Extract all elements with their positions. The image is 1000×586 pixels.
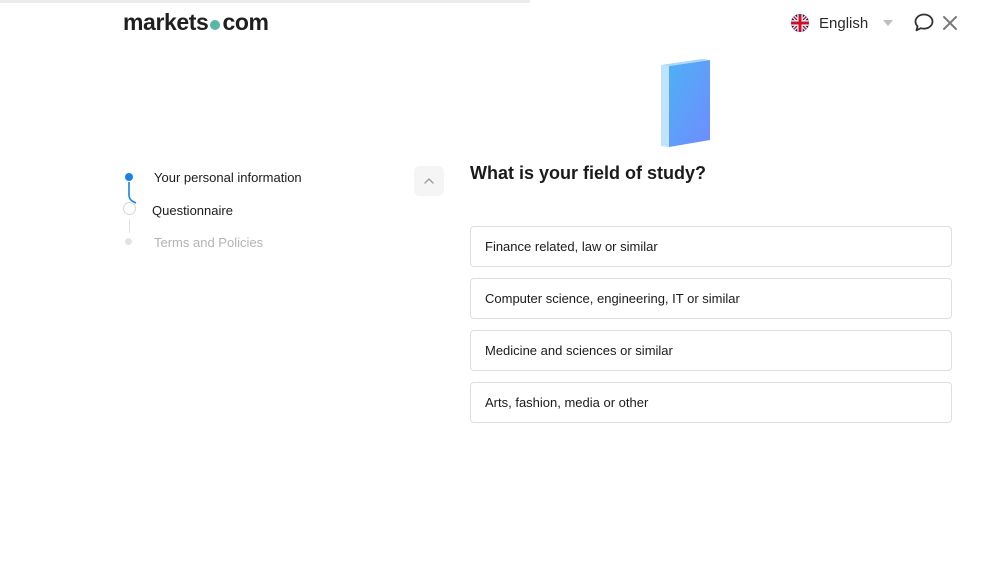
option-arts-fashion-media[interactable]: Arts, fashion, media or other [470, 382, 952, 423]
logo-text-left: markets [123, 9, 209, 35]
question-title: What is your field of study? [470, 163, 707, 183]
close-button[interactable] [942, 15, 958, 36]
logo-text-right: com [222, 9, 269, 35]
option-computer-science[interactable]: Computer science, engineering, IT or sim… [470, 278, 952, 319]
language-selector[interactable]: English [791, 14, 894, 32]
book-icon [661, 59, 710, 147]
step-label-questionnaire[interactable]: Questionnaire [152, 203, 233, 218]
step-dot-upcoming [125, 238, 132, 245]
top-progress-bar [0, 0, 530, 3]
close-icon [943, 16, 957, 30]
language-label: English [819, 14, 869, 32]
logo-dot [210, 20, 221, 30]
caret-down-icon [883, 20, 894, 26]
option-finance-law[interactable]: Finance related, law or similar [470, 226, 952, 267]
chat-bubble-icon [914, 13, 934, 32]
chevron-up-icon [424, 178, 434, 184]
collapse-stepper-button[interactable] [414, 166, 444, 196]
step-dot-completed [125, 173, 133, 181]
uk-flag-icon [791, 14, 809, 32]
markets-com-logo[interactable]: markets com [123, 9, 269, 36]
option-medicine-sciences[interactable]: Medicine and sciences or similar [470, 330, 952, 371]
step-label-personal-information[interactable]: Your personal information [154, 170, 302, 185]
step-label-terms-and-policies: Terms and Policies [154, 235, 264, 250]
onboarding-page: markets com English Your personal inform… [0, 0, 1000, 586]
step-connector-active [128, 182, 137, 204]
answer-options: Finance related, law or similar Computer… [470, 226, 952, 434]
step-connector-inactive [129, 219, 130, 233]
chat-button[interactable] [914, 13, 934, 37]
progress-stepper: Your personal information Questionnaire … [120, 166, 450, 256]
step-dot-current [123, 202, 136, 215]
